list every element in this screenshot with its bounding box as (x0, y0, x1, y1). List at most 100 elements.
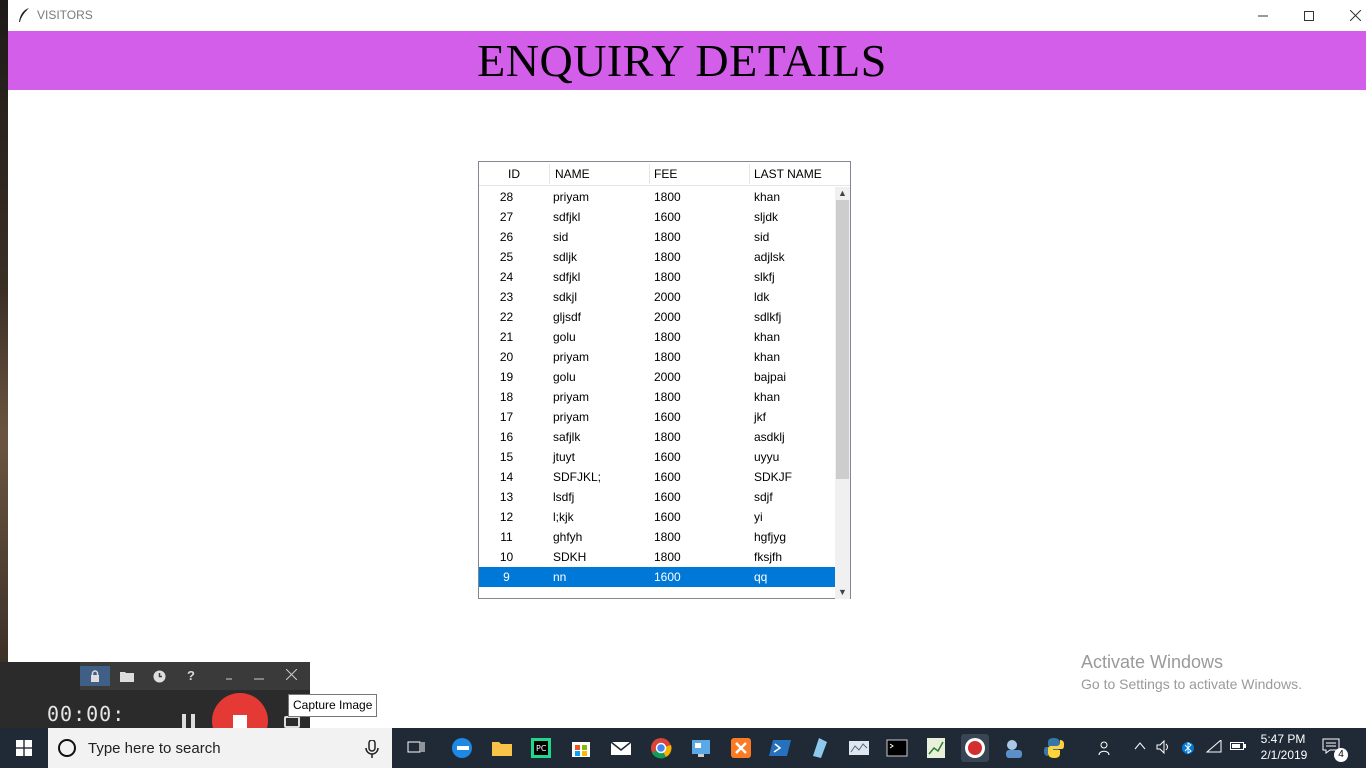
close-icon[interactable] (276, 666, 306, 686)
powershell-icon[interactable] (766, 734, 794, 762)
python-icon[interactable] (1040, 734, 1068, 762)
table-row[interactable]: 15 jtuyt 1600 uyyu (479, 447, 835, 467)
file-explorer-icon[interactable] (488, 734, 516, 762)
table-row[interactable]: 27 sdfjkl 1600 sljdk (479, 207, 835, 227)
table-row[interactable]: 14 SDFJKL; 1600 SDKJF (479, 467, 835, 487)
table-row[interactable]: 17 priyam 1600 jkf (479, 407, 835, 427)
scroll-down-arrow-icon[interactable]: ▼ (835, 586, 850, 599)
command-prompt-icon[interactable] (883, 734, 911, 762)
table-row[interactable]: 12 l;kjk 1600 yi (479, 507, 835, 527)
taskbar-search-box[interactable]: Type here to search (48, 728, 392, 768)
folder-icon[interactable] (112, 666, 142, 686)
vertical-scrollbar[interactable]: ▲ ▼ (835, 187, 850, 599)
start-button[interactable] (0, 728, 48, 768)
pause-icon[interactable] (180, 714, 198, 728)
table-row[interactable]: 22 gljsdf 2000 sdlkfj (479, 307, 835, 327)
capture-image-tooltip: Capture Image (288, 694, 378, 717)
table-row[interactable]: 13 lsdfj 1600 sdjf (479, 487, 835, 507)
people-icon[interactable] (1097, 740, 1113, 759)
table-row[interactable]: 25 sdljk 1800 adjlsk (479, 247, 835, 267)
minimize-icon[interactable] (244, 666, 274, 686)
task-view-icon[interactable] (402, 734, 430, 762)
cell-fee: 1800 (654, 270, 681, 284)
cell-name: SDFJKL; (553, 470, 602, 484)
chart-app-icon[interactable] (922, 734, 950, 762)
column-header-fee[interactable]: FEE (654, 162, 677, 186)
cell-last-name: yi (754, 510, 763, 524)
dock-icon[interactable] (214, 666, 244, 686)
cortana-icon (58, 739, 76, 757)
column-header-last-name[interactable]: LAST NAME (754, 162, 822, 186)
cell-name: priyam (553, 190, 590, 204)
cell-name: nn (553, 570, 567, 584)
cell-last-name: sdlkfj (754, 310, 782, 324)
cell-last-name: uyyu (754, 450, 780, 464)
cell-fee: 1600 (654, 490, 681, 504)
cell-last-name: qq (754, 570, 768, 584)
table-row[interactable]: 16 safjlk 1800 asdklj (479, 427, 835, 447)
microphone-icon[interactable] (364, 740, 380, 758)
camera-icon[interactable] (284, 716, 300, 728)
minimize-button[interactable] (1240, 0, 1286, 31)
help-button[interactable]: ? (176, 666, 206, 686)
notification-count-badge: 4 (1334, 748, 1348, 762)
notepad-icon[interactable] (805, 734, 833, 762)
cell-id: 14 (499, 470, 514, 484)
scroll-up-arrow-icon[interactable]: ▲ (835, 187, 850, 200)
clock-time[interactable]: 5:47 PM (1258, 732, 1308, 746)
cell-id: 18 (499, 390, 514, 404)
mail-icon[interactable] (607, 734, 635, 762)
close-button[interactable] (1332, 0, 1366, 31)
table-row[interactable]: 9 nn 1600 qq (479, 567, 835, 587)
cell-name: golu (553, 370, 576, 384)
table-row[interactable]: 18 priyam 1800 khan (479, 387, 835, 407)
cell-id: 19 (499, 370, 514, 384)
cell-last-name: sdjf (754, 490, 773, 504)
column-separator[interactable] (749, 164, 750, 184)
xampp-icon[interactable] (727, 734, 755, 762)
control-panel-icon[interactable] (687, 734, 715, 762)
table-row[interactable]: 10 SDKH 1800 fksjfh (479, 547, 835, 567)
cell-name: sdkjl (553, 290, 578, 304)
cell-fee: 2000 (654, 290, 681, 304)
lock-icon[interactable] (80, 666, 110, 686)
edge-browser-icon[interactable] (448, 734, 476, 762)
maximize-button[interactable] (1286, 0, 1332, 31)
cell-id: 15 (499, 450, 514, 464)
pycharm-icon[interactable]: PC (527, 734, 555, 762)
app-window: VISITORS ENQUIRY DETAILS ID NAME FEE LAS… (8, 0, 1366, 728)
scrollbar-thumb[interactable] (836, 200, 849, 479)
table-row[interactable]: 23 sdkjl 2000 ldk (479, 287, 835, 307)
clock-icon[interactable] (144, 666, 174, 686)
cell-fee: 1800 (654, 230, 681, 244)
page-title: ENQUIRY DETAILS (477, 35, 887, 86)
column-separator[interactable] (549, 164, 550, 184)
table-row[interactable]: 19 golu 2000 bajpai (479, 367, 835, 387)
table-row[interactable]: 26 sid 1800 sid (479, 227, 835, 247)
users-app-icon[interactable] (1000, 734, 1028, 762)
clock-date[interactable]: 2/1/2019 (1256, 748, 1312, 762)
enquiry-table[interactable]: ID NAME FEE LAST NAME 28 priyam 1800 khan 27… (478, 161, 851, 599)
table-row[interactable]: 28 priyam 1800 khan (479, 187, 835, 207)
screen-recorder-taskbar-icon[interactable] (961, 734, 989, 762)
bluetooth-icon[interactable] (1182, 740, 1194, 759)
cell-name: gljsdf (553, 310, 582, 324)
column-header-name[interactable]: NAME (555, 162, 590, 186)
wifi-icon[interactable] (1205, 738, 1222, 757)
table-row[interactable]: 20 priyam 1800 khan (479, 347, 835, 367)
chevron-up-icon[interactable] (1134, 740, 1146, 755)
volume-icon[interactable] (1156, 739, 1172, 757)
recording-timer: 00:00: (47, 702, 126, 726)
table-row[interactable]: 24 sdfjkl 1800 slkfj (479, 267, 835, 287)
column-header-id[interactable]: ID (479, 162, 549, 186)
watermark-title: Activate Windows (1081, 652, 1224, 672)
cell-id: 20 (499, 350, 514, 364)
table-row[interactable]: 21 golu 1800 khan (479, 327, 835, 347)
title-bar[interactable]: VISITORS (8, 0, 1366, 31)
column-separator[interactable] (649, 164, 650, 184)
network-monitor-icon[interactable] (845, 734, 873, 762)
chrome-icon[interactable] (647, 734, 675, 762)
table-row[interactable]: 11 ghfyh 1800 hgfjyg (479, 527, 835, 547)
microsoft-store-icon[interactable] (567, 734, 595, 762)
battery-icon[interactable] (1230, 740, 1246, 755)
